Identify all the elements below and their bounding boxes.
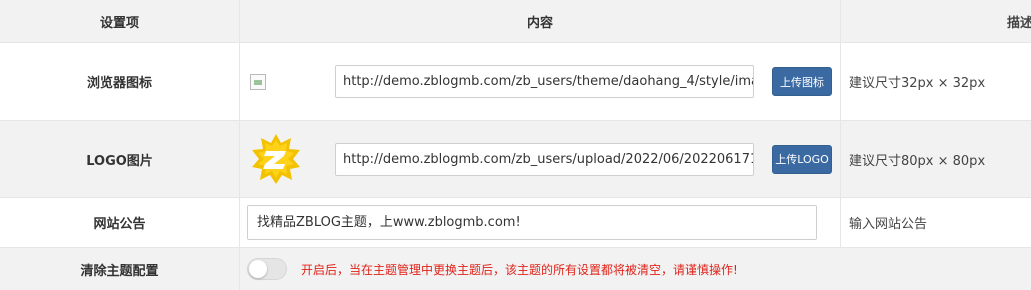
table-header: 设置项 内容 描述 bbox=[0, 0, 1031, 43]
broken-image-icon bbox=[250, 73, 266, 90]
table-row-favicon: 浏览器图标 http://demo.zblogmb.com/zb_users/t… bbox=[0, 43, 1031, 121]
row-content: http://demo.zblogmb.com/zb_users/theme/d… bbox=[239, 43, 841, 120]
favicon-url-input[interactable]: http://demo.zblogmb.com/zb_users/theme/d… bbox=[335, 65, 754, 98]
zblog-logo-icon bbox=[252, 134, 300, 184]
table-row-logo: LOGO图片 http://demo.zblogmb.com/zb_users/… bbox=[0, 121, 1031, 198]
header-setting: 设置项 bbox=[99, 15, 139, 31]
row-description: 建议尺寸80px × 80px bbox=[849, 153, 986, 169]
row-content: 找精品ZBLOG主题，上www.zblogmb.com! bbox=[239, 198, 841, 247]
row-label: 清除主题配置 bbox=[80, 263, 159, 279]
logo-url-input[interactable]: http://demo.zblogmb.com/zb_users/upload/… bbox=[335, 142, 754, 176]
header-content: 内容 bbox=[239, 0, 841, 42]
upload-logo-button[interactable]: 上传LOGO bbox=[772, 144, 832, 174]
row-content: http://demo.zblogmb.com/zb_users/upload/… bbox=[239, 121, 841, 197]
reset-warning-text: 开启后，当在主题管理中更换主题后，该主题的所有设置都将被清空，请谨慎操作! bbox=[301, 262, 738, 277]
notice-input[interactable]: 找精品ZBLOG主题，上www.zblogmb.com! bbox=[247, 205, 817, 240]
table-row-reset: 清除主题配置 开启后，当在主题管理中更换主题后，该主题的所有设置都将被清空，请谨… bbox=[0, 248, 1031, 290]
row-label: 网站公告 bbox=[93, 217, 146, 232]
logo-preview bbox=[250, 129, 310, 189]
row-label: 浏览器图标 bbox=[86, 76, 152, 91]
row-description: 输入网站公告 bbox=[849, 217, 928, 232]
row-content: 开启后，当在主题管理中更换主题后，该主题的所有设置都将被清空，请谨慎操作! bbox=[239, 248, 841, 290]
row-description: 建议尺寸32px × 32px bbox=[849, 76, 986, 91]
upload-favicon-button[interactable]: 上传图标 bbox=[772, 67, 832, 96]
favicon-preview bbox=[250, 52, 310, 112]
table-row-notice: 网站公告 找精品ZBLOG主题，上www.zblogmb.com! 输入网站公告 bbox=[0, 198, 1031, 248]
header-description: 描述 bbox=[1007, 15, 1031, 31]
toggle-knob bbox=[249, 260, 267, 278]
reset-config-toggle[interactable] bbox=[247, 258, 287, 280]
row-label: LOGO图片 bbox=[86, 153, 153, 169]
